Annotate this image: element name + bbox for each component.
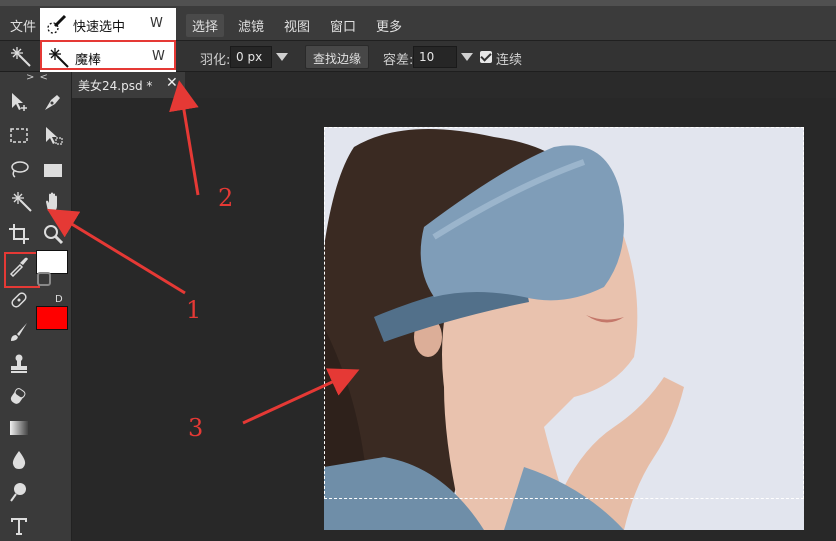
document-tab-title: 美女24.psd * [78,79,153,93]
feather-dropdown-icon[interactable] [276,53,288,61]
dropdown-item-magic-wand[interactable]: 魔棒 W [40,40,176,70]
contiguous-checkbox[interactable] [480,51,492,63]
swap-colors-icon[interactable] [37,272,51,286]
move-icon[interactable] [4,88,32,114]
foreground-color-swatch[interactable] [36,250,68,274]
menu-select[interactable]: 选择 [186,14,225,37]
menu-more[interactable]: 更多 [370,14,408,37]
menu-window[interactable]: 窗口 [324,14,362,37]
dropdown-shortcut-quick-selection: W [150,16,163,31]
direct-select-icon[interactable] [38,122,66,148]
photo-editor-window: 文件 选择 滤镜 视图 窗口 更多 羽化: 0 px 查找边缘 容差: 10 连… [0,0,836,541]
marquee-icon[interactable] [4,122,32,148]
hand-icon[interactable] [38,188,66,214]
stamp-icon[interactable] [4,350,32,376]
tools-panel: > < D [0,72,72,541]
zoom-icon[interactable] [38,220,66,246]
document-tab[interactable]: 美女24.psd * ✕ [72,72,185,98]
crop-icon[interactable] [4,220,32,246]
document-tab-bar: 美女24.psd * ✕ [72,72,836,98]
close-icon[interactable]: ✕ [166,75,178,91]
healing-brush-icon[interactable] [4,286,32,312]
type-icon[interactable] [4,512,32,538]
quick-selection-icon [47,14,67,34]
magic-wand-icon [49,48,69,68]
default-colors-button[interactable]: D [55,294,63,305]
feather-input[interactable]: 0 px [230,46,272,68]
tolerance-input[interactable]: 10 [413,46,457,68]
rectangle-icon[interactable] [38,156,66,182]
background-color-swatch[interactable] [36,306,68,330]
refine-edge-button[interactable]: 查找边缘 [305,45,370,69]
eyedropper-icon[interactable] [4,252,32,278]
dropdown-shortcut-magic-wand: W [152,49,165,64]
canvas-area[interactable] [72,98,836,541]
tolerance-dropdown-icon[interactable] [461,53,473,61]
lasso-icon[interactable] [4,156,32,182]
blur-icon[interactable] [4,446,32,472]
menu-file[interactable]: 文件 [4,14,42,37]
pen-icon[interactable] [38,88,66,114]
contiguous-label: 连续 [496,53,523,68]
menu-filter[interactable]: 滤镜 [232,14,270,37]
gradient-icon[interactable] [4,414,32,440]
dropdown-label-quick-selection: 快速选中 [73,20,126,35]
dodge-icon[interactable] [4,478,32,504]
dropdown-item-quick-selection[interactable]: 快速选中 W [40,9,176,39]
dropdown-label-magic-wand: 魔棒 [75,53,102,68]
collapse-toolbar-button[interactable]: > < [26,72,49,83]
selection-tool-dropdown: 快速选中 W 魔棒 W [40,8,176,72]
document-image[interactable] [324,127,804,530]
magic-wand-icon[interactable] [10,46,32,72]
menu-view[interactable]: 视图 [278,14,316,37]
magic-wand-icon[interactable] [7,188,35,214]
feather-label: 羽化: [200,53,231,68]
tolerance-label: 容差: [383,53,414,68]
brush-icon[interactable] [4,318,32,344]
eraser-icon[interactable] [4,382,32,408]
